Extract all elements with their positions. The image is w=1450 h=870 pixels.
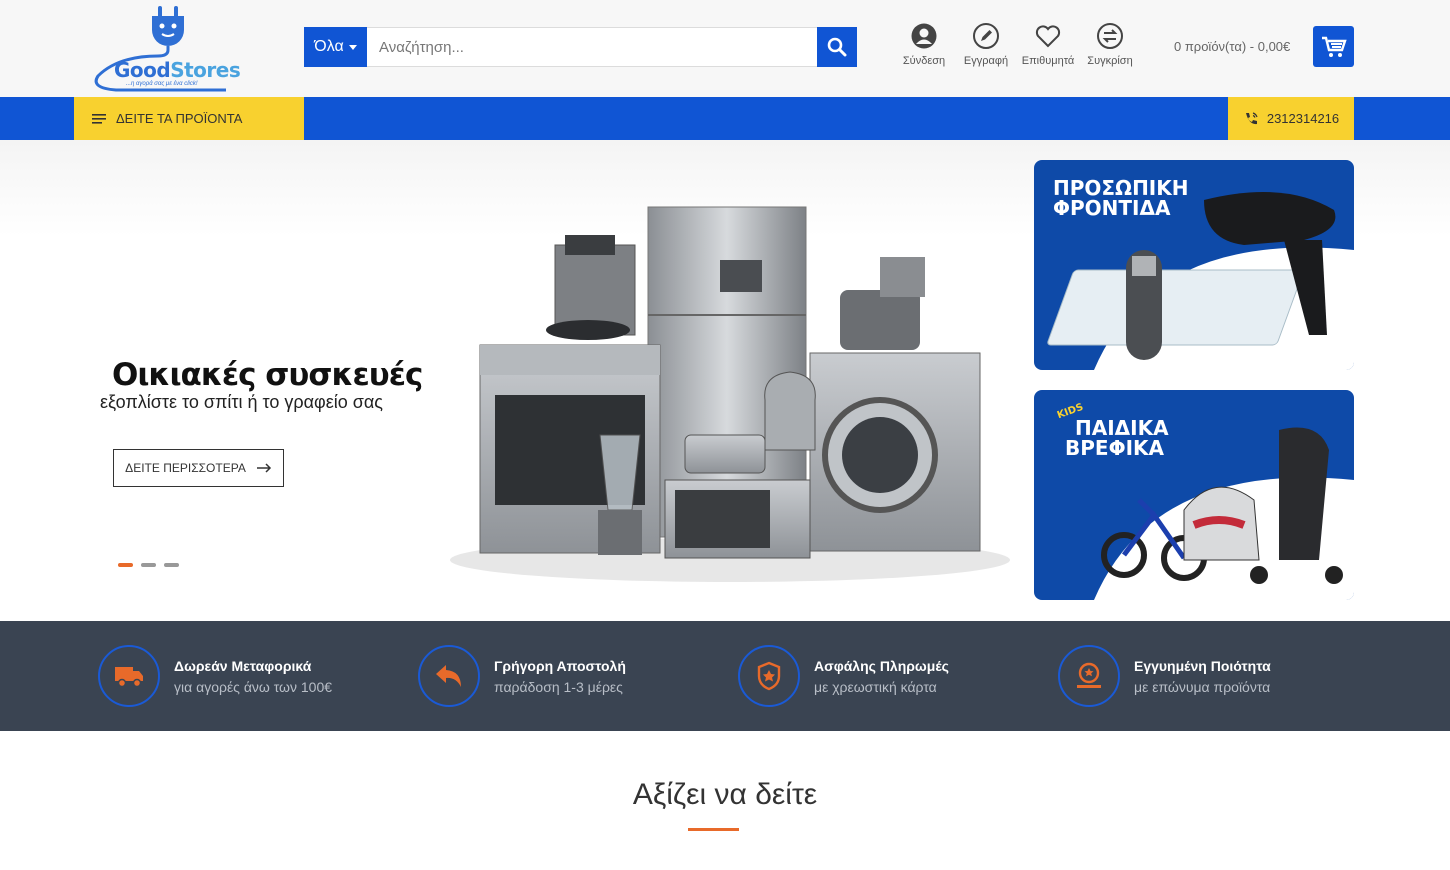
heart-icon: [1035, 25, 1061, 48]
hero-more-button[interactable]: ΔΕΙΤΕ ΠΕΡΙΣΣΟΤΕΡΑ: [113, 449, 284, 487]
logo-tagline: ...η αγορά σας με ένα click!: [126, 81, 198, 87]
compare-label: Συγκρίση: [1087, 55, 1133, 67]
pencil-icon: [973, 23, 999, 49]
search-category-label: Όλα: [314, 38, 344, 55]
register-label: Εγγραφή: [963, 55, 1009, 67]
logo-text: GoodStores: [114, 58, 241, 82]
feature-title: Δωρεάν Μεταφορικά: [174, 657, 312, 674]
features-bar: Δωρεάν Μεταφορικά για αγορές άνω των 100…: [0, 621, 1450, 731]
section-title: Αξίζει να δείτε: [632, 778, 818, 811]
register-link[interactable]: Εγγραφή: [955, 22, 1017, 67]
compare-icon: [1097, 23, 1123, 49]
feature-icon-circle: [418, 645, 480, 707]
feature-subtitle: με επώνυμα προϊόντα: [1134, 678, 1271, 695]
phone-icon: [1245, 111, 1258, 124]
slider-dots: [118, 563, 179, 567]
slider-dot-2[interactable]: [141, 563, 156, 567]
feature-subtitle: με χρεωστική κάρτα: [814, 678, 937, 695]
menu-icon: [92, 113, 106, 124]
login-link[interactable]: Σύνδεση: [893, 22, 955, 67]
feature-free-shipping: Δωρεάν Μεταφορικά για αγορές άνω των 100…: [98, 645, 332, 707]
phone-contact[interactable]: 2312314216: [1228, 97, 1354, 140]
caret-down-icon: [348, 44, 357, 50]
search-icon: [827, 37, 847, 57]
shield-icon: [757, 661, 781, 691]
feature-title: Γρήγορη Αποστολή: [494, 657, 626, 674]
wishlist-link[interactable]: Επιθυμητά: [1017, 22, 1079, 67]
feature-subtitle: παράδοση 1-3 μέρες: [494, 678, 623, 695]
site-logo[interactable]: GoodStores ...η αγορά σας με ένα click!: [92, 4, 242, 92]
arrow-right-icon: [256, 463, 271, 473]
promo-kids[interactable]: KIDS ΠΑΙΔΙΚΑ ΒΡΕΦΙΚΑ: [1034, 390, 1354, 600]
login-label: Σύνδεση: [902, 55, 946, 67]
wishlist-label: Επιθυμητά: [1021, 55, 1075, 67]
header-links: Σύνδεση Εγγραφή Επιθυμητά Συγκρίση: [893, 22, 1141, 67]
award-icon: [1077, 662, 1101, 688]
promo-personal-care[interactable]: ΠΡΟΣΩΠΙΚΗ ΦΡΟΝΤΙΔΑ: [1034, 160, 1354, 370]
appliances-image: [450, 206, 1010, 582]
main-navbar: ΔΕΙΤΕ ΤΑ ΠΡΟΪΟΝΤΑ 2312314216: [0, 97, 1450, 140]
reply-arrow-icon: [436, 665, 461, 687]
phone-number: 2312314216: [1266, 111, 1340, 126]
feature-icon-circle: [738, 645, 800, 707]
search-input[interactable]: [367, 27, 817, 67]
hero-title: Οικιακές συσκευές: [112, 357, 423, 393]
user-icon: [911, 23, 937, 49]
feature-title: Εγγυημένη Ποιότητα: [1134, 657, 1271, 674]
feature-secure-payments: Ασφάλης Πληρωμές με χρεωστική κάρτα: [738, 645, 949, 707]
section-title-underline: [688, 828, 739, 831]
feature-title: Ασφάλης Πληρωμές: [814, 657, 949, 674]
compare-link[interactable]: Συγκρίση: [1079, 22, 1141, 67]
hero-more-label: ΔΕΙΤΕ ΠΕΡΙΣΣΟΤΕΡΑ: [125, 461, 246, 475]
search-button[interactable]: [817, 27, 857, 67]
search-bar: Όλα: [304, 27, 857, 67]
slider-dot-3[interactable]: [164, 563, 179, 567]
slider-dot-1[interactable]: [118, 563, 133, 567]
cart-button[interactable]: [1313, 26, 1354, 67]
feature-quality: Εγγυημένη Ποιότητα με επώνυμα προϊόντα: [1058, 645, 1271, 707]
feature-fast-delivery: Γρήγορη Αποστολή παράδοση 1-3 μέρες: [418, 645, 626, 707]
cart-summary[interactable]: 0 προϊόν(τα) - 0,00€: [1174, 39, 1290, 54]
feature-icon-circle: [1058, 645, 1120, 707]
promo-kids-title: KIDS ΠΑΙΔΙΚΑ ΒΡΕΦΙΚΑ: [1053, 402, 1169, 458]
hero-subtitle: εξοπλίστε το σπίτι ή το γραφείο σας: [100, 392, 383, 412]
promo-personal-care-title: ΠΡΟΣΩΠΙΚΗ ΦΡΟΝΤΙΔΑ: [1053, 176, 1189, 220]
search-category-dropdown[interactable]: Όλα: [304, 27, 367, 67]
feature-icon-circle: [98, 645, 160, 707]
feature-subtitle: για αγορές άνω των 100€: [174, 678, 333, 695]
site-header: GoodStores ...η αγορά σας με ένα click! …: [0, 0, 1450, 97]
cart-icon: [1321, 36, 1347, 57]
products-menu-label: ΔΕΙΤΕ ΤΑ ΠΡΟΪΟΝΤΑ: [116, 111, 243, 126]
truck-icon: [115, 667, 143, 688]
products-menu-button[interactable]: ΔΕΙΤΕ ΤΑ ΠΡΟΪΟΝΤΑ: [74, 97, 304, 140]
